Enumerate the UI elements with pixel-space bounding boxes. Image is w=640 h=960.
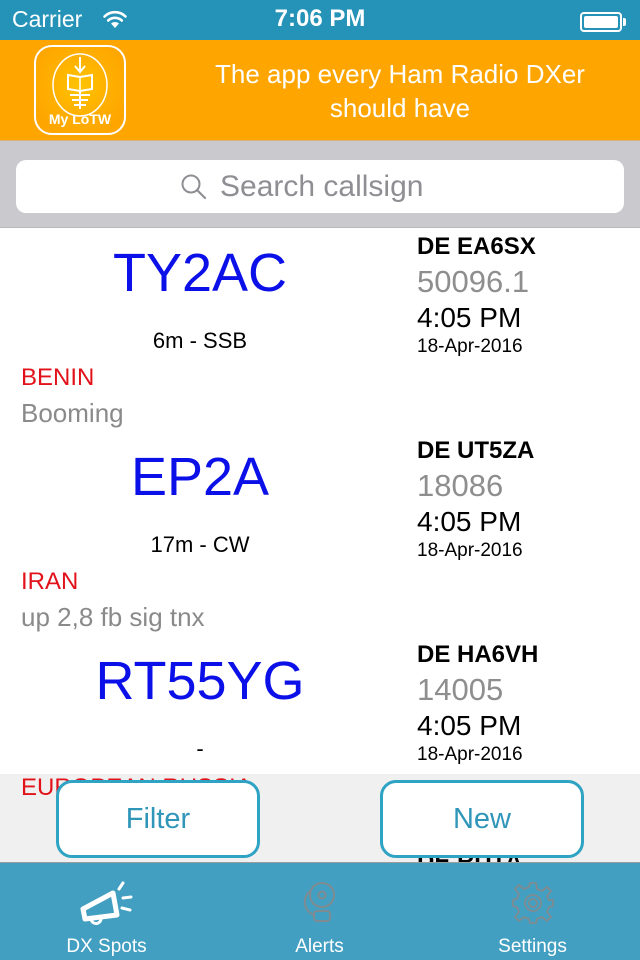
spot-date: 18-Apr-2016 xyxy=(417,336,523,357)
spot-row[interactable]: TY2AC 6m - SSB BENIN Booming DE EA6SX 50… xyxy=(0,228,640,432)
spot-comment: up 2,8 fb sig tnx xyxy=(21,602,205,632)
spot-time: 4:05 PM xyxy=(417,710,522,741)
tab-bar: DX Spots Alerts Settings xyxy=(0,862,640,960)
app-header: My LoTW The app every Ham Radio DXer sho… xyxy=(0,40,640,140)
tab-dx-spots[interactable]: DX Spots xyxy=(0,863,213,960)
spot-band-mode: 17m - CW xyxy=(150,532,250,557)
spot-spotter: DE UT5ZA xyxy=(417,437,535,464)
spot-row[interactable]: RT55YG - EUROPEAN RUSSIA DE HA6VH 14005 … xyxy=(0,636,640,774)
tab-alerts[interactable]: Alerts xyxy=(213,863,426,960)
spot-time: 4:05 PM xyxy=(417,302,522,333)
spot-spotter: DE HA6VH xyxy=(417,641,539,668)
spot-comment: Booming xyxy=(21,398,124,428)
tagline-line-1: The app every Ham Radio DXer xyxy=(215,59,585,89)
spot-row[interactable]: EP2A 17m - CW IRAN up 2,8 fb sig tnx DE … xyxy=(0,432,640,636)
action-bar: EUROPEAN RUSSIA DE RU1A Filter New xyxy=(0,774,640,862)
spot-callsign: EP2A xyxy=(130,447,270,507)
search-bar xyxy=(0,140,640,228)
spot-frequency: 50096.1 xyxy=(417,264,530,299)
dx-spot-list[interactable]: TY2AC 6m - SSB BENIN Booming DE EA6SX 50… xyxy=(0,228,640,774)
tab-label: Alerts xyxy=(295,936,344,957)
bell-icon xyxy=(303,882,335,922)
logo-text: My LoTW xyxy=(48,111,112,127)
spot-country: BENIN xyxy=(21,364,95,391)
tab-label: DX Spots xyxy=(66,936,147,957)
filter-button[interactable]: Filter xyxy=(56,780,260,858)
app-logo: My LoTW xyxy=(34,45,126,135)
spot-band-mode: 6m - SSB xyxy=(152,328,248,353)
spot-country: IRAN xyxy=(21,568,79,595)
search-field[interactable] xyxy=(16,160,624,213)
spot-band-mode: - xyxy=(196,736,204,761)
clock: 7:06 PM xyxy=(274,5,366,32)
spot-date: 18-Apr-2016 xyxy=(417,744,523,765)
spot-callsign: TY2AC xyxy=(112,243,288,303)
battery-icon xyxy=(580,12,626,32)
tagline: The app every Ham Radio DXer should have xyxy=(160,57,640,125)
gear-icon xyxy=(511,882,554,924)
megaphone-icon xyxy=(80,881,132,926)
spot-frequency: 18086 xyxy=(417,468,504,503)
spot-callsign: RT55YG xyxy=(95,651,305,711)
new-button[interactable]: New xyxy=(380,780,584,858)
battery-fill xyxy=(584,16,618,28)
status-bar: Carrier 7:06 PM xyxy=(0,0,640,40)
spot-spotter: DE EA6SX xyxy=(417,233,536,260)
spot-frequency: 14005 xyxy=(417,672,504,707)
spot-date: 18-Apr-2016 xyxy=(417,540,523,561)
tagline-line-2: should have xyxy=(329,93,471,123)
tab-label: Settings xyxy=(498,936,567,957)
tab-settings[interactable]: Settings xyxy=(426,863,639,960)
search-input[interactable] xyxy=(220,169,460,204)
spot-time: 4:05 PM xyxy=(417,506,522,537)
search-icon xyxy=(181,174,207,199)
